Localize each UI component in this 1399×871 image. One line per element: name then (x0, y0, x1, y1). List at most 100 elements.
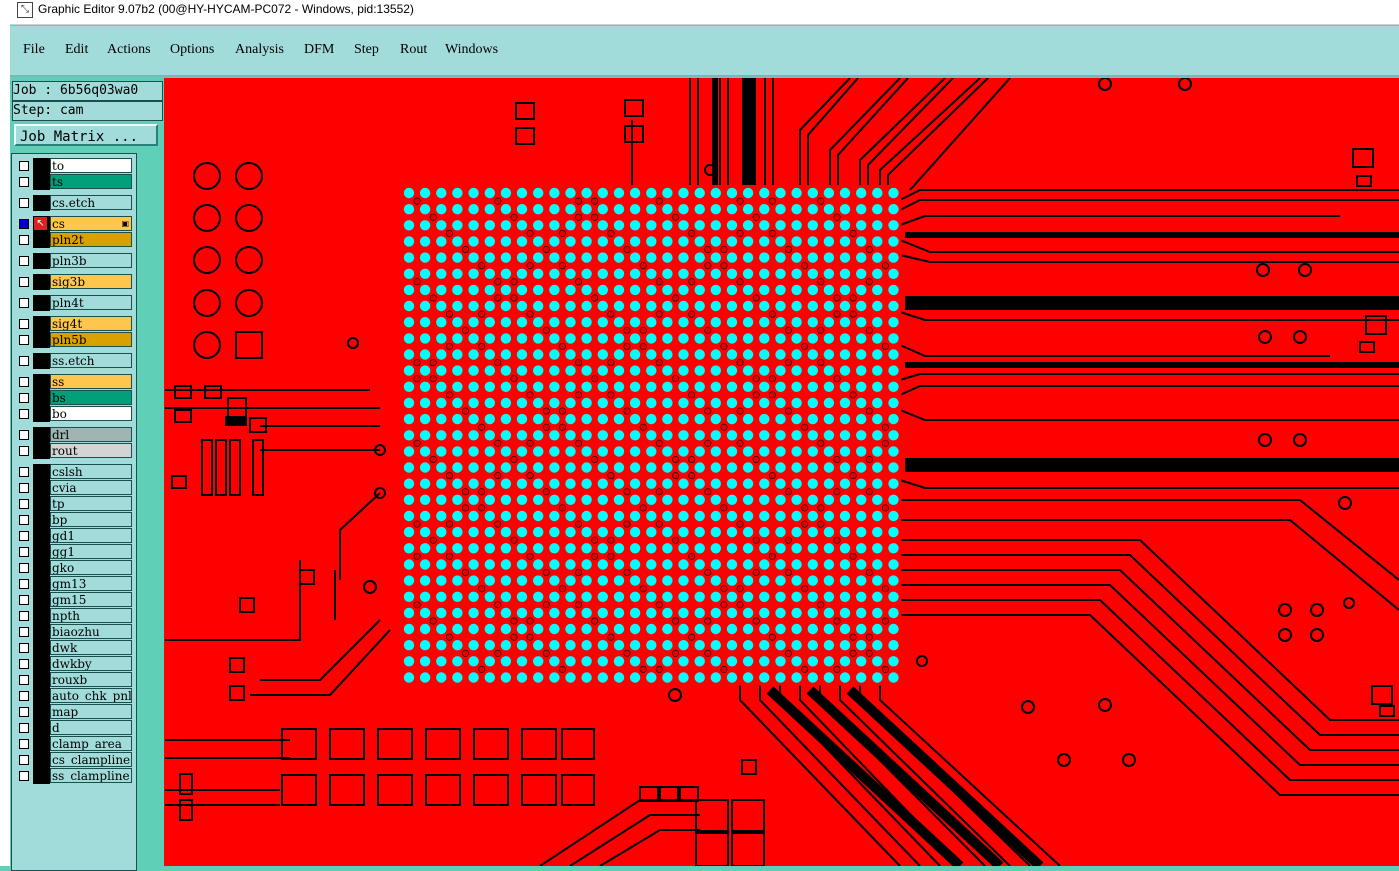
layer-checkbox[interactable] (19, 659, 29, 669)
layer-name[interactable]: gm13 (50, 576, 132, 591)
layer-name[interactable]: gg1 (50, 544, 132, 559)
layer-name[interactable]: cs ▣ (50, 216, 132, 231)
layer-name[interactable]: ss.etch (50, 353, 132, 368)
layer-row-map[interactable]: map (12, 704, 136, 720)
layer-name[interactable]: auto_chk_pnl (50, 688, 132, 703)
layer-row-gm13[interactable]: gm13 (12, 576, 136, 592)
layer-row-pln3b[interactable]: pln3b (12, 253, 136, 269)
layer-name[interactable]: cs_clampline (50, 752, 132, 767)
menu-actions[interactable]: Actions (107, 42, 151, 58)
layer-checkbox[interactable] (19, 483, 29, 493)
layer-row-gko[interactable]: gko (12, 560, 136, 576)
layer-row-sig4t[interactable]: sig4t (12, 316, 136, 332)
layer-checkbox[interactable] (19, 409, 29, 419)
layer-name[interactable]: ss (50, 374, 132, 389)
layer-name[interactable]: bs (50, 390, 132, 405)
layer-row-dwk[interactable]: dwk (12, 640, 136, 656)
layer-row-gg1[interactable]: gg1 (12, 544, 136, 560)
layer-row-pln4t[interactable]: pln4t (12, 295, 136, 311)
layer-row-pln5b[interactable]: pln5b (12, 332, 136, 348)
layer-row-ts[interactable]: ts (12, 174, 136, 190)
layer-row-auto-chk-pnl[interactable]: auto_chk_pnl (12, 688, 136, 704)
menu-analysis[interactable]: Analysis (235, 42, 284, 58)
layer-name[interactable]: pln3b (50, 253, 132, 268)
layer-name[interactable]: dwk (50, 640, 132, 655)
menu-dfm[interactable]: DFM (304, 42, 334, 58)
layer-checkbox[interactable] (19, 611, 29, 621)
layer-checkbox[interactable] (19, 198, 29, 208)
layer-checkbox[interactable] (19, 675, 29, 685)
layer-row-tp[interactable]: tp (12, 496, 136, 512)
layer-row-sig3b[interactable]: sig3b (12, 274, 136, 290)
menu-file[interactable]: File (23, 42, 45, 58)
layer-name[interactable]: pln4t (50, 295, 132, 310)
layer-name[interactable]: gko (50, 560, 132, 575)
layer-checkbox[interactable] (19, 771, 29, 781)
layer-row-bo[interactable]: bo (12, 406, 136, 422)
graphics-canvas[interactable] (164, 78, 1399, 866)
layer-checkbox[interactable] (19, 755, 29, 765)
layer-checkbox[interactable] (19, 235, 29, 245)
layer-checkbox[interactable] (19, 531, 29, 541)
layer-name[interactable]: ts (50, 174, 132, 189)
layer-checkbox[interactable] (19, 356, 29, 366)
layer-checkbox[interactable] (19, 430, 29, 440)
layer-row-rout[interactable]: rout (12, 443, 136, 459)
layer-checkbox[interactable] (19, 298, 29, 308)
layer-name[interactable]: map (50, 704, 132, 719)
layer-checkbox[interactable] (19, 707, 29, 717)
menu-step[interactable]: Step (354, 42, 379, 58)
layer-name[interactable]: clamp_area (50, 736, 132, 751)
layer-checkbox[interactable] (19, 177, 29, 187)
layer-name[interactable]: dwkby (50, 656, 132, 671)
layer-row-bs[interactable]: bs (12, 390, 136, 406)
layer-checkbox[interactable] (19, 467, 29, 477)
layer-name[interactable]: to (50, 158, 132, 173)
layer-checkbox[interactable] (19, 547, 29, 557)
layer-checkbox[interactable] (19, 319, 29, 329)
layer-name[interactable]: ss_clampline (50, 768, 132, 783)
layer-row-to[interactable]: to (12, 158, 136, 174)
layer-name[interactable]: cs.etch (50, 195, 132, 210)
layer-name[interactable]: sig3b (50, 274, 132, 289)
layer-checkbox[interactable] (19, 256, 29, 266)
layer-name[interactable]: tp (50, 496, 132, 511)
layer-checkbox[interactable] (19, 691, 29, 701)
menu-rout[interactable]: Rout (400, 42, 427, 58)
layer-name[interactable]: cslsh (50, 464, 132, 479)
layer-checkbox[interactable] (19, 277, 29, 287)
layer-checkbox[interactable] (19, 579, 29, 589)
menu-windows[interactable]: Windows (445, 42, 498, 58)
layer-checkbox[interactable] (19, 377, 29, 387)
layer-row-gm15[interactable]: gm15 (12, 592, 136, 608)
layer-checkbox[interactable] (19, 627, 29, 637)
layer-checkbox[interactable] (19, 335, 29, 345)
layer-row-ss-etch[interactable]: ss.etch (12, 353, 136, 369)
layer-checkbox[interactable] (19, 595, 29, 605)
layer-checkbox[interactable] (19, 739, 29, 749)
layer-row-clamp-area[interactable]: clamp_area (12, 736, 136, 752)
menu-edit[interactable]: Edit (65, 42, 88, 58)
layer-row-rouxb[interactable]: rouxb (12, 672, 136, 688)
layer-row-drl[interactable]: drl (12, 427, 136, 443)
layer-row-cslsh[interactable]: cslsh (12, 464, 136, 480)
layer-name[interactable]: npth (50, 608, 132, 623)
layer-row-ss-clampline[interactable]: ss_clampline (12, 768, 136, 784)
layer-row-dwkby[interactable]: dwkby (12, 656, 136, 672)
layer-row-bp[interactable]: bp (12, 512, 136, 528)
layer-checkbox[interactable] (19, 643, 29, 653)
layer-name[interactable]: rouxb (50, 672, 132, 687)
layer-row-biaozhu[interactable]: biaozhu (12, 624, 136, 640)
layer-name[interactable]: pln2t (50, 232, 132, 247)
layer-checkbox[interactable] (19, 446, 29, 456)
layer-row-d[interactable]: d (12, 720, 136, 736)
layer-name[interactable]: rout (50, 443, 132, 458)
pcb-board-view[interactable] (164, 78, 1399, 866)
layer-row-ss[interactable]: ss (12, 374, 136, 390)
layer-row-pln2t[interactable]: pln2t (12, 232, 136, 248)
layer-checkbox[interactable] (19, 515, 29, 525)
layer-checkbox[interactable] (19, 723, 29, 733)
layer-row-gd1[interactable]: gd1 (12, 528, 136, 544)
layer-row-cs[interactable]: ↖ cs ▣ (12, 216, 136, 232)
layer-checkbox[interactable] (19, 393, 29, 403)
